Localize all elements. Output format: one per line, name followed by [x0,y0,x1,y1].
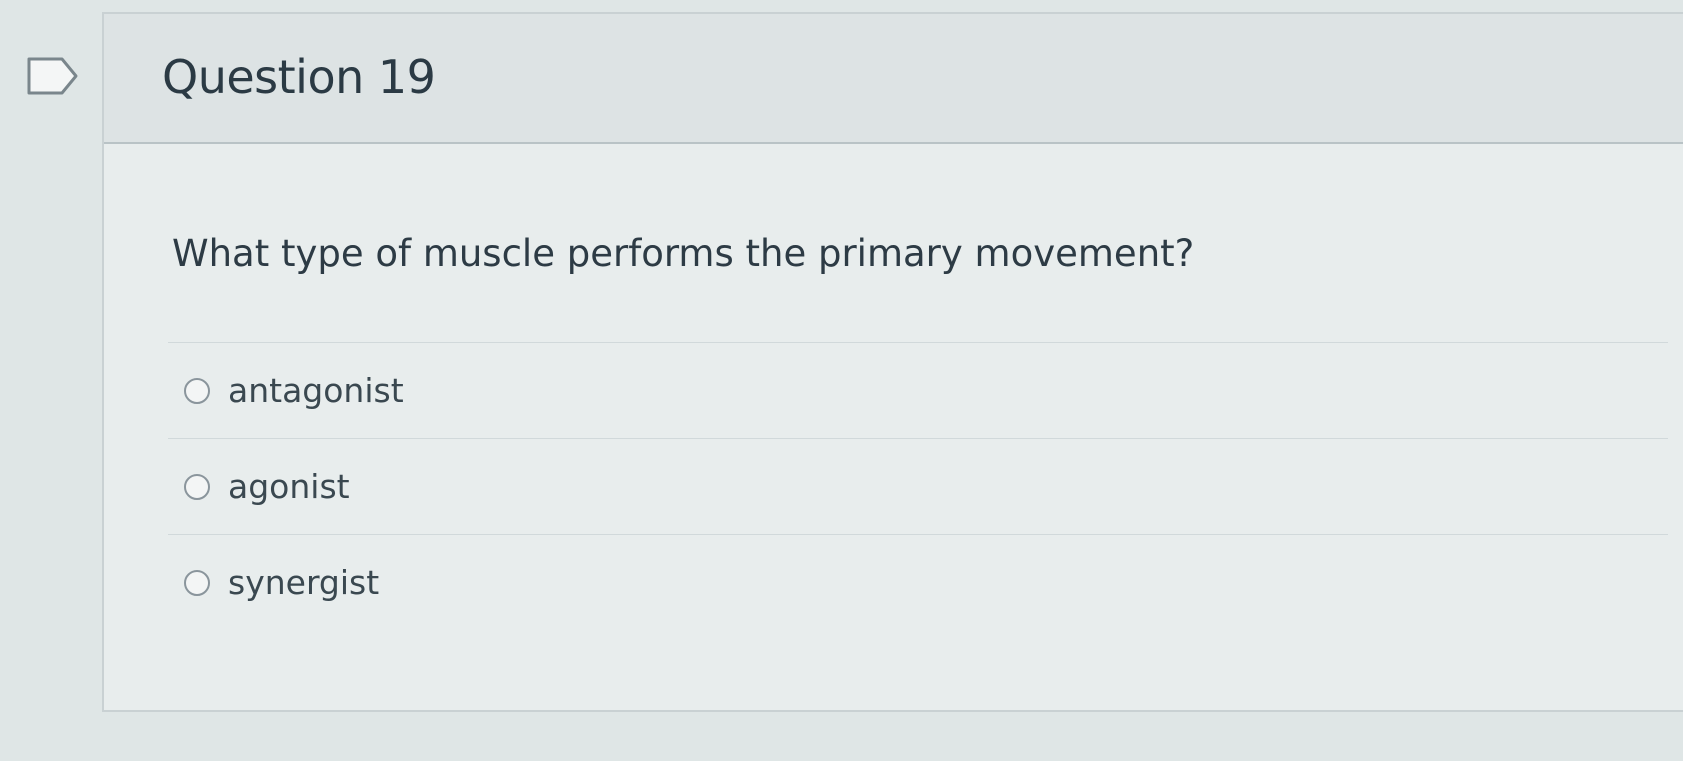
answer-label: agonist [228,467,350,506]
radio-unchecked-icon[interactable] [184,473,210,500]
answer-option-synergist[interactable]: synergist [168,535,1668,630]
question-card: Question 19 What type of muscle performs… [102,12,1683,712]
flag-question-icon[interactable] [26,56,80,96]
question-text: What type of muscle performs the primary… [172,232,1195,275]
radio-unchecked-icon[interactable] [184,569,210,596]
radio-unchecked-icon[interactable] [184,377,210,404]
answer-label: antagonist [228,371,404,410]
answer-option-agonist[interactable]: agonist [168,439,1668,535]
answer-list: antagonist agonist synergist [168,342,1668,630]
question-title: Question 19 [162,50,436,104]
answer-option-antagonist[interactable]: antagonist [168,343,1668,439]
question-header: Question 19 [104,14,1683,144]
answer-label: synergist [228,563,380,602]
